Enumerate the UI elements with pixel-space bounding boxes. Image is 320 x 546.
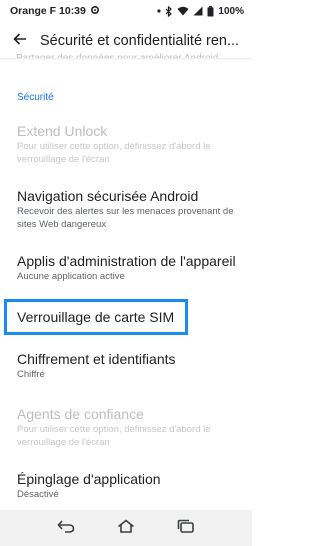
pref-title: Extend Unlock bbox=[17, 123, 108, 139]
pref-title: Navigation sécurisée Android bbox=[17, 188, 199, 204]
nav-back-button[interactable] bbox=[51, 513, 81, 543]
dot-icon bbox=[157, 9, 162, 13]
pref-device-admin-apps[interactable]: Applis d'administration de l'appareil Au… bbox=[17, 252, 247, 284]
pref-summary: Recevoir des alertes sur les menaces pro… bbox=[17, 206, 234, 230]
nav-home-icon bbox=[117, 518, 135, 538]
pref-summary: Pour utiliser cette option, définissez d… bbox=[17, 141, 211, 165]
wifi-icon bbox=[177, 6, 189, 16]
settings-gear-icon bbox=[90, 5, 100, 18]
pref-title: Épinglage d'application bbox=[17, 471, 161, 487]
pref-title: Applis d'administration de l'appareil bbox=[17, 253, 236, 269]
nav-home-button[interactable] bbox=[111, 513, 141, 543]
page-title: Sécurité et confidentialité ren... bbox=[40, 33, 240, 49]
nav-recents-button[interactable] bbox=[171, 513, 201, 543]
pref-title: Agents de confiance bbox=[17, 406, 144, 422]
pref-trust-agents[interactable]: Agents de confiance Pour utiliser cette … bbox=[17, 405, 247, 449]
section-header-security: Sécurité bbox=[17, 92, 54, 103]
pref-app-pinning[interactable]: Épinglage d'application Désactivé bbox=[17, 470, 247, 502]
pref-summary: Aucune application active bbox=[17, 271, 125, 282]
carrier-time: Orange F 10:39 bbox=[10, 5, 86, 17]
battery-percent: 100% bbox=[218, 5, 244, 17]
pref-summary: Désactivé bbox=[17, 489, 59, 500]
pref-summary: Chiffré bbox=[17, 369, 45, 380]
back-button[interactable] bbox=[0, 22, 40, 60]
app-bar-divider bbox=[0, 58, 252, 60]
battery-icon bbox=[207, 5, 214, 17]
pref-safe-browsing[interactable]: Navigation sécurisée Android Recevoir de… bbox=[17, 187, 247, 231]
pref-title: Chiffrement et identifiants bbox=[17, 351, 176, 367]
app-bar: Sécurité et confidentialité ren... bbox=[0, 22, 252, 60]
signal-icon bbox=[193, 6, 203, 16]
pref-summary: Pour utiliser cette option, définissez d… bbox=[17, 424, 211, 448]
pref-encryption-credentials[interactable]: Chiffrement et identifiants Chiffré bbox=[17, 350, 247, 382]
nav-recents-icon bbox=[177, 519, 195, 538]
pref-extend-unlock[interactable]: Extend Unlock Pour utiliser cette option… bbox=[17, 122, 247, 166]
arrow-back-icon bbox=[13, 32, 27, 51]
nav-back-icon bbox=[57, 519, 75, 538]
navigation-bar bbox=[0, 510, 252, 546]
status-right: 100% bbox=[157, 5, 244, 17]
bluetooth-icon bbox=[165, 5, 173, 17]
selection-highlight bbox=[4, 299, 188, 335]
status-bar: Orange F 10:39 100% bbox=[0, 0, 252, 22]
status-left: Orange F 10:39 bbox=[10, 5, 100, 18]
